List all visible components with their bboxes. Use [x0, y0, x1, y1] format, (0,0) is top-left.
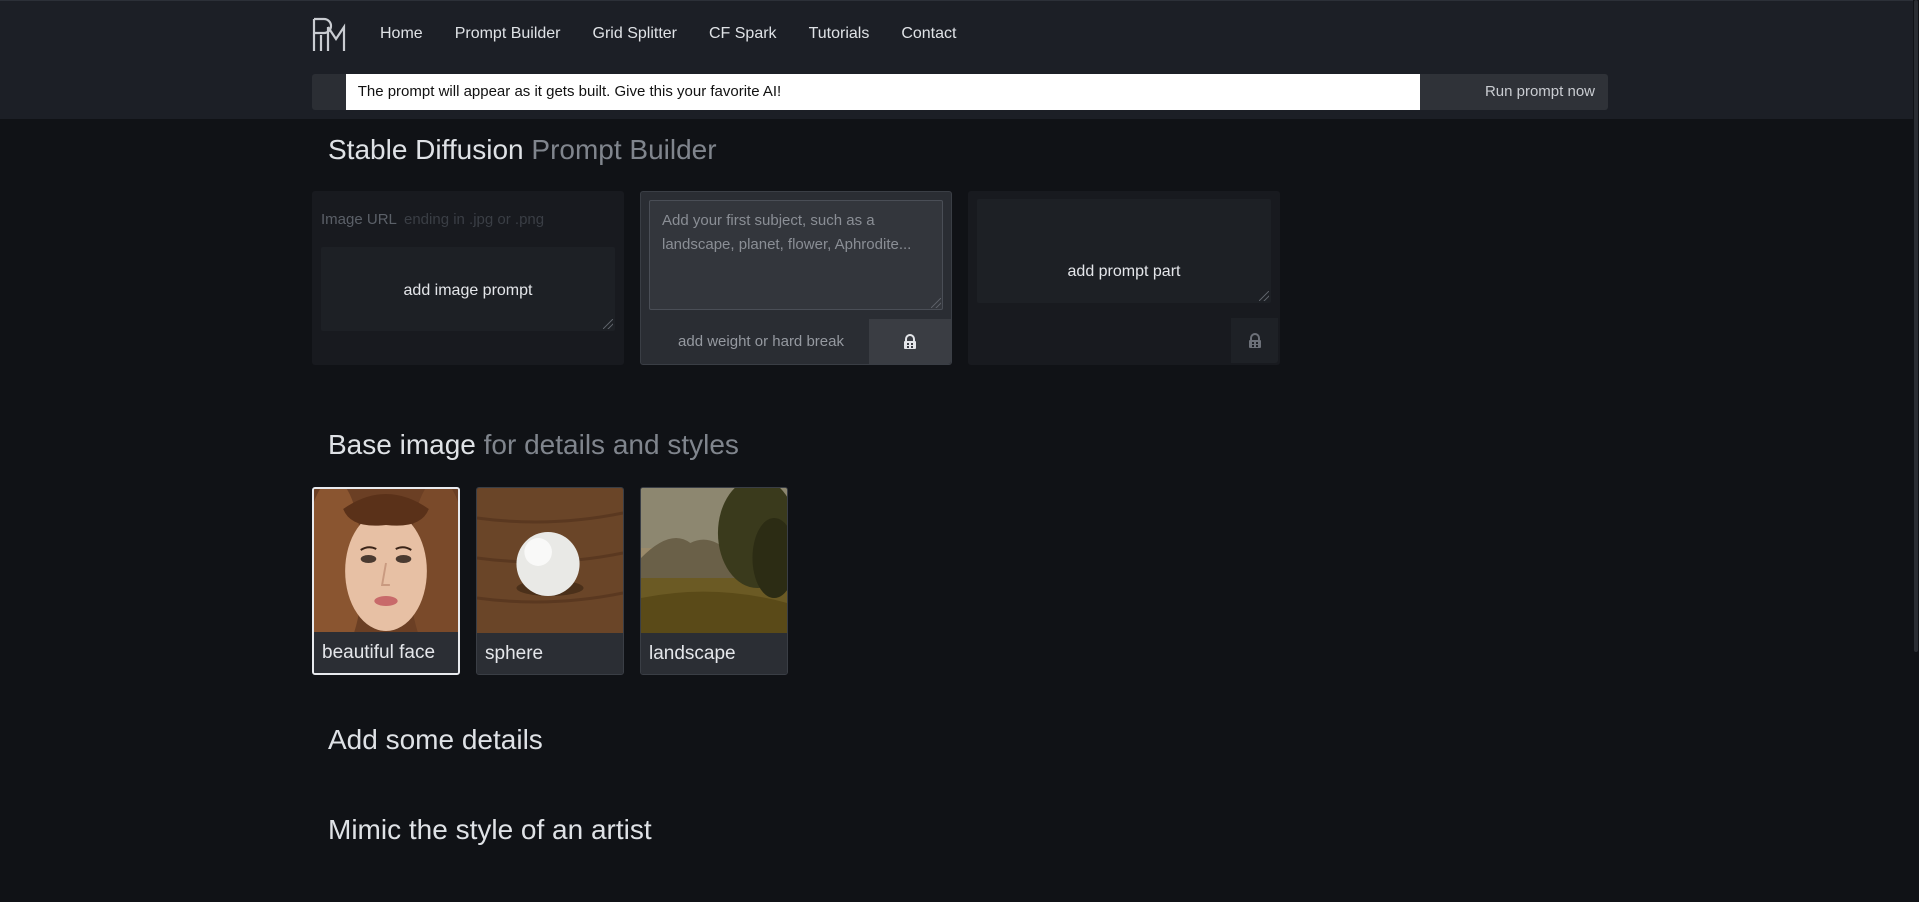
scrollbar-thumb[interactable]	[1914, 0, 1918, 652]
site-header: Home Prompt Builder Grid Splitter CF Spa…	[0, 0, 1919, 119]
nav-prompt-builder[interactable]: Prompt Builder	[455, 23, 561, 45]
weight-input[interactable]	[649, 320, 873, 362]
builder-title-main: Stable Diffusion	[328, 134, 524, 165]
lock-button[interactable]	[1231, 318, 1278, 363]
nav-tutorials[interactable]: Tutorials	[809, 23, 870, 45]
prompt-part-textarea[interactable]: add prompt part	[977, 199, 1271, 303]
base-image-label: sphere	[477, 633, 623, 674]
lock-button[interactable]	[869, 319, 951, 364]
main-nav: Home Prompt Builder Grid Splitter CF Spa…	[380, 23, 988, 45]
resize-grip-icon[interactable]	[603, 319, 613, 329]
builder-title: Stable Diffusion Prompt Builder	[328, 134, 717, 166]
run-prompt-button[interactable]: Run prompt now	[1419, 74, 1608, 110]
prompt-output[interactable]: The prompt will appear as it gets built.…	[345, 74, 1420, 110]
base-image-label: beautiful face	[314, 632, 458, 673]
base-image-sphere[interactable]: sphere	[476, 487, 624, 675]
add-prompt-part-label: add prompt part	[1067, 263, 1181, 280]
base-image-label: landscape	[641, 633, 787, 674]
base-image-face[interactable]: beautiful face	[312, 487, 460, 675]
logo-icon[interactable]	[311, 15, 349, 53]
nav-cf-spark[interactable]: CF Spark	[709, 23, 777, 45]
resize-grip-icon[interactable]	[1259, 291, 1269, 301]
add-image-prompt-label: add image prompt	[403, 282, 533, 299]
image-url-input[interactable]	[404, 211, 604, 228]
nav-contact[interactable]: Contact	[901, 23, 956, 45]
subject-card	[640, 191, 952, 365]
image-prompt-textarea[interactable]: add image prompt	[321, 247, 615, 331]
nav-grid-splitter[interactable]: Grid Splitter	[593, 23, 677, 45]
lock-icon	[1248, 332, 1261, 348]
copy-prompt-button[interactable]	[312, 74, 346, 110]
details-title: Add some details	[328, 724, 543, 755]
builder-title-sub: Prompt Builder	[531, 134, 717, 165]
face-image	[314, 489, 458, 634]
base-image-title: Base image for details and styles	[328, 429, 739, 461]
prompt-part-card: add prompt part	[968, 191, 1280, 365]
artist-style-title: Mimic the style of an artist	[328, 814, 652, 845]
subject-textarea[interactable]	[649, 200, 943, 310]
lock-icon	[904, 333, 916, 349]
resize-grip-icon[interactable]	[931, 298, 941, 308]
base-image-title-sub: for details and styles	[483, 429, 739, 460]
image-url-label: Image URL	[321, 211, 397, 228]
base-image-landscape[interactable]: landscape	[640, 487, 788, 675]
scrollbar[interactable]	[1913, 0, 1919, 902]
base-image-title-main: Base image	[328, 429, 476, 460]
landscape-image	[641, 488, 787, 633]
image-prompt-card: Image URL add image prompt	[312, 191, 624, 365]
nav-home[interactable]: Home	[380, 23, 423, 45]
prompt-bar: The prompt will appear as it gets built.…	[312, 74, 1608, 110]
sphere-image	[477, 488, 623, 633]
